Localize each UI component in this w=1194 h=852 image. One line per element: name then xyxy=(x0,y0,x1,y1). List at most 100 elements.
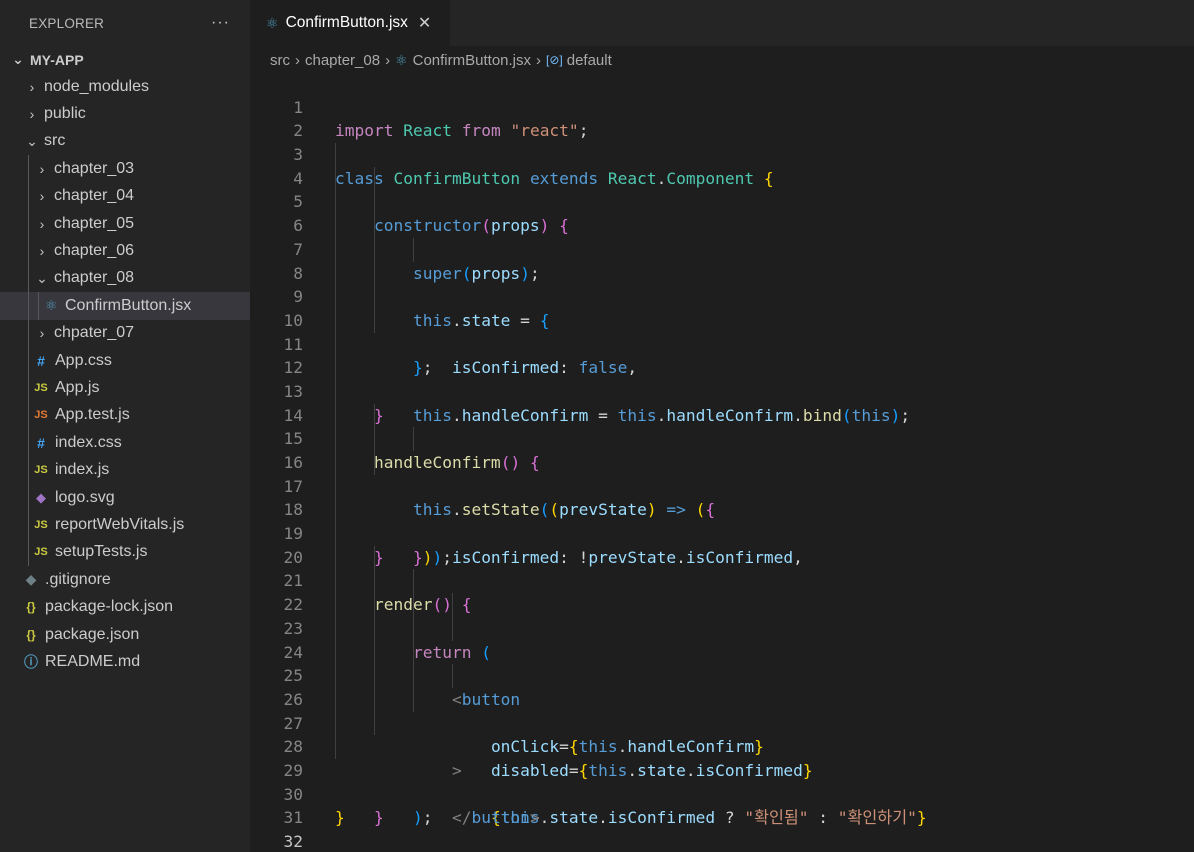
explorer-sidebar: EXPLORER ··· ⌄ MY-APP › node_modules › p… xyxy=(0,0,250,852)
breadcrumb-folder[interactable]: chapter_08 xyxy=(305,52,380,69)
indent-guide xyxy=(413,664,414,688)
react-file-icon: ⚛ xyxy=(44,297,58,314)
react-file-icon: ⚛ xyxy=(395,51,408,68)
file-confirmbutton-jsx[interactable]: ⚛ ConfirmButton.jsx xyxy=(0,292,250,320)
indent-guide xyxy=(374,403,375,428)
file-package-lock-json[interactable]: {} package-lock.json xyxy=(0,593,250,620)
folder-label: src xyxy=(44,132,66,150)
file-app-css[interactable]: # App.css xyxy=(0,346,250,375)
chevron-right-icon: › xyxy=(536,51,541,69)
indent-guide xyxy=(28,237,29,265)
file-app-test-js[interactable]: JS App.test.js xyxy=(0,401,250,430)
chevron-right-icon: › xyxy=(29,78,35,95)
chevron-right-icon: › xyxy=(39,160,45,177)
file-label: index.js xyxy=(55,461,110,479)
indent-guide xyxy=(335,143,336,167)
indent-guide xyxy=(335,166,336,191)
indent-guide xyxy=(452,593,453,617)
code-editor[interactable]: 1 import React from "react"; 2 3 class C… xyxy=(250,72,1194,851)
more-actions-icon[interactable]: ··· xyxy=(211,14,230,32)
code-line: 6 xyxy=(250,190,1194,235)
code-line: 5 super(props); xyxy=(250,166,1194,283)
folder-chapter-05[interactable]: › chapter_05 xyxy=(0,209,250,238)
code-line: 10 xyxy=(250,285,1194,330)
chevron-right-icon: › xyxy=(39,325,45,342)
js-test-file-icon: JS xyxy=(34,409,48,422)
indent-guide xyxy=(28,292,29,320)
folder-chapter-06[interactable]: › chapter_06 xyxy=(0,237,250,265)
indent-guide xyxy=(335,261,336,286)
folder-chapter-08[interactable]: ⌄ chapter_08 xyxy=(0,264,250,293)
folder-chpater-07[interactable]: › chpater_07 xyxy=(0,319,250,347)
file-gitignore[interactable]: ◆ .gitignore xyxy=(0,566,250,593)
indent-guide xyxy=(28,483,29,512)
chevron-down-icon: ⌄ xyxy=(36,269,48,286)
folder-node-modules[interactable]: › node_modules xyxy=(0,73,250,100)
project-root-folder[interactable]: ⌄ MY-APP xyxy=(0,46,250,73)
indent-guide xyxy=(374,237,375,262)
indent-guide xyxy=(335,735,336,759)
code-line: 30 } xyxy=(250,759,1194,828)
folder-label: public xyxy=(44,105,86,123)
file-label: App.test.js xyxy=(55,406,130,424)
folder-chapter-03[interactable]: › chapter_03 xyxy=(0,155,250,183)
file-setuptests-js[interactable]: JS setupTests.js xyxy=(0,538,250,567)
indent-guide xyxy=(28,155,29,183)
folder-label: chapter_06 xyxy=(54,242,135,260)
indent-guide xyxy=(335,522,336,546)
code-line: 27 </button> xyxy=(250,687,1194,827)
indent-guide xyxy=(374,451,375,475)
code-line: 28 ); xyxy=(250,711,1194,827)
git-file-icon: ◆ xyxy=(25,571,37,588)
editor-area: ⚛ ConfirmButton.jsx ✕ src › chapter_08 ›… xyxy=(250,0,1194,852)
chevron-right-icon: › xyxy=(39,243,45,260)
file-index-js[interactable]: JS index.js xyxy=(0,456,250,484)
folder-chapter-04[interactable]: › chapter_04 xyxy=(0,182,250,210)
file-app-js[interactable]: JS App.js xyxy=(0,374,250,402)
indent-guide xyxy=(413,237,414,262)
file-label: setupTests.js xyxy=(55,543,148,561)
breadcrumb: src › chapter_08 › ⚛ ConfirmButton.jsx ›… xyxy=(250,46,1194,74)
js-file-icon: JS xyxy=(34,518,48,531)
folder-public[interactable]: › public xyxy=(0,100,250,127)
code-line: 25 > xyxy=(250,640,1194,780)
breadcrumb-file[interactable]: ConfirmButton.jsx xyxy=(413,52,531,69)
indent-guide xyxy=(335,687,336,712)
folder-label: chapter_08 xyxy=(54,269,135,287)
indent-guide xyxy=(374,285,375,309)
file-index-css[interactable]: # index.css xyxy=(0,429,250,457)
indent-guide xyxy=(38,292,39,320)
indent-guide xyxy=(452,616,453,641)
folder-src[interactable]: ⌄ src xyxy=(0,128,250,155)
indent-guide xyxy=(335,285,336,309)
indent-guide xyxy=(413,687,414,712)
file-package-json[interactable]: {} package.json xyxy=(0,621,250,648)
close-icon[interactable]: ✕ xyxy=(418,13,431,33)
file-logo-svg[interactable]: ◆ logo.svg xyxy=(0,483,250,512)
code-line: 4 constructor(props) { xyxy=(250,143,1194,235)
code-line: 23 onClick={this.handleConfirm} xyxy=(250,593,1194,756)
indent-guide xyxy=(374,711,375,736)
breadcrumb-symbol[interactable]: default xyxy=(567,52,612,69)
breadcrumb-src[interactable]: src xyxy=(270,52,290,69)
indent-guide xyxy=(374,166,375,191)
css-file-icon: # xyxy=(37,352,45,369)
indent-guide xyxy=(335,308,336,333)
code-line: 16 isConfirmed: !prevState.isConfirmed, xyxy=(250,427,1194,567)
indent-guide xyxy=(335,403,336,428)
indent-guide xyxy=(335,616,336,641)
file-label: index.css xyxy=(55,433,122,451)
chevron-right-icon: › xyxy=(295,51,300,69)
code-line: 31 xyxy=(250,783,1194,827)
indent-guide xyxy=(374,569,375,594)
code-line: 29 } xyxy=(250,735,1194,827)
js-file-icon: JS xyxy=(34,464,48,477)
code-line: 24 disabled={this.state.isConfirmed} xyxy=(250,616,1194,780)
file-readme-md[interactable]: ⓘ README.md xyxy=(0,648,250,675)
tab-confirmbutton-jsx[interactable]: ⚛ ConfirmButton.jsx ✕ xyxy=(250,0,450,46)
code-line: 12 } xyxy=(250,332,1194,425)
file-label: .gitignore xyxy=(45,570,111,588)
js-file-icon: JS xyxy=(34,381,48,394)
code-line: 7 this.state = { xyxy=(250,214,1194,330)
file-reportwebvitals-js[interactable]: JS reportWebVitals.js xyxy=(0,511,250,539)
